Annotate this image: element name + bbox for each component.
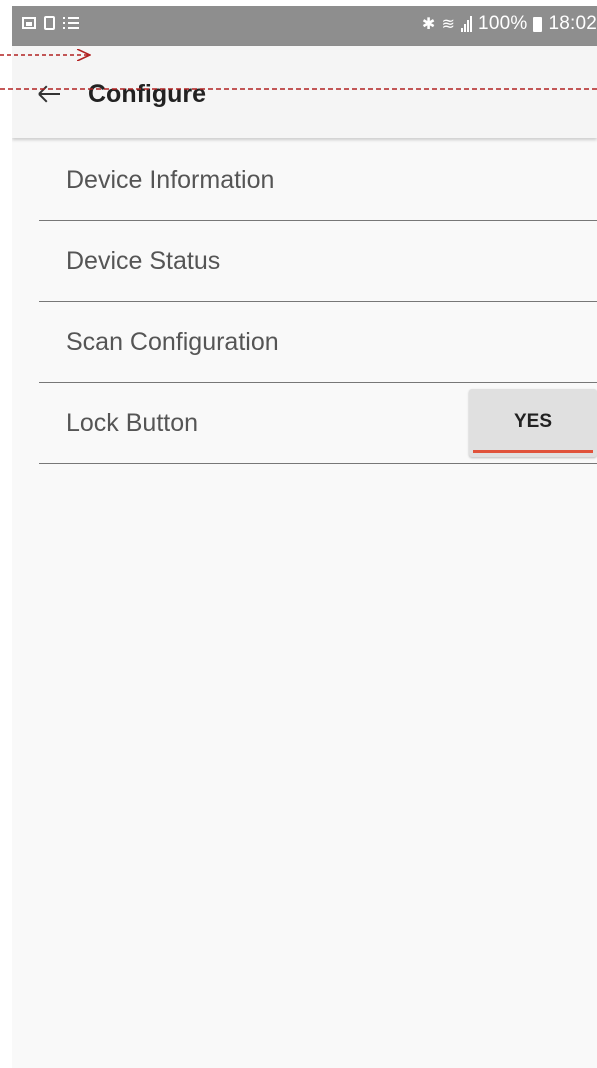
page-title: Configure [88,80,207,108]
app-bar: Configure [12,46,597,138]
document-icon [44,16,55,30]
configure-menu: Device Information Device Status Scan Co… [39,140,597,464]
phone-screen: ✱ ≋ 100% 18:02 Configure Device Informat… [12,6,597,1068]
toggle-label: YES [513,411,553,432]
menu-item-label: Device Status [66,247,221,275]
system-status: ✱ ≋ 100% 18:02 [422,13,597,35]
clock: 18:02 [548,13,597,34]
notification-icons [22,16,79,30]
lock-button-toggle[interactable]: YES [469,389,597,457]
arrow-left-icon[interactable] [38,82,62,106]
menu-item-device-information[interactable]: Device Information [39,140,597,221]
menu-item-lock-button: Lock Button YES [39,383,597,464]
toggle-indicator [473,450,593,453]
menu-item-label: Device Information [66,166,275,194]
signal-icon [461,16,473,32]
list-icon [63,16,79,30]
menu-item-device-status[interactable]: Device Status [39,221,597,302]
bluetooth-icon: ✱ [421,16,436,33]
image-icon [22,17,36,29]
menu-item-label: Scan Configuration [66,328,279,356]
menu-item-label: Lock Button [66,409,199,437]
menu-item-scan-configuration[interactable]: Scan Configuration [39,302,597,383]
battery-level: 100% [478,13,528,34]
status-bar: ✱ ≋ 100% 18:02 [12,6,597,46]
battery-icon [533,16,543,32]
wifi-icon: ≋ [441,16,456,33]
